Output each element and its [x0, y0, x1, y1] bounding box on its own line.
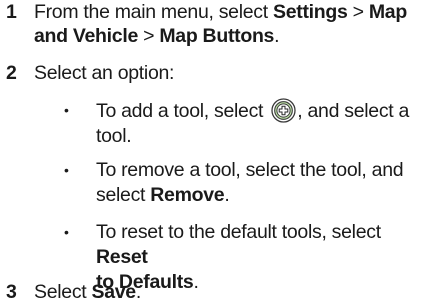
and-vehicle-label: and Vehicle: [34, 25, 138, 47]
step-number: 2: [6, 62, 17, 84]
step-text: Select Save.: [34, 281, 141, 303]
map-label: Map: [368, 1, 407, 23]
map-buttons-label: Map Buttons: [159, 25, 275, 47]
settings-label: Settings: [273, 1, 348, 23]
plus-circle-icon: [271, 98, 296, 123]
step-number: 3: [6, 281, 17, 303]
bullet: •: [64, 102, 69, 118]
step-number: 1: [6, 1, 17, 23]
remove-label: Remove: [150, 184, 225, 206]
reset-label: Reset: [96, 246, 148, 268]
bullet: •: [64, 162, 69, 178]
save-label: Save: [91, 281, 137, 303]
option-text: To remove a tool, select the tool, and se…: [96, 159, 404, 206]
bullet: •: [64, 224, 69, 240]
step-text: From the main menu, select Settings > Ma…: [34, 1, 407, 47]
instruction-page: 1 From the main menu, select Settings > …: [0, 0, 430, 306]
step-text: Select an option:: [34, 62, 175, 84]
option-text: To add a tool, select , and select a tool…: [96, 98, 410, 147]
